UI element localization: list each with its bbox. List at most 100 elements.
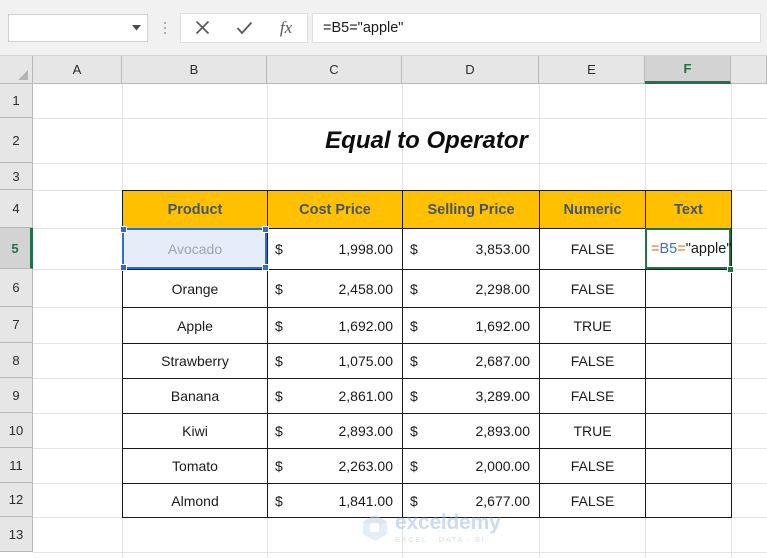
formula-token-reference: B5	[659, 240, 678, 257]
cell-numeric[interactable]: FALSE	[539, 343, 646, 379]
column-header-c[interactable]: C	[267, 56, 402, 84]
row-header-label: 12	[8, 492, 24, 507]
table-row: Strawberry $1,075.00 $2,687.00 FALSE	[122, 343, 732, 379]
cell-text[interactable]	[645, 269, 732, 308]
watermark-name: exceldemy	[395, 511, 501, 534]
row-header-12[interactable]: 12	[0, 483, 33, 517]
column-header-b[interactable]: B	[122, 56, 267, 84]
cell-product[interactable]: Almond	[122, 483, 268, 518]
fx-icon[interactable]: fx	[265, 14, 307, 42]
cell-text[interactable]	[645, 448, 732, 484]
row-header-8[interactable]: 8	[0, 343, 33, 378]
cell-value-selling-price: 2,893.00	[475, 423, 531, 439]
column-header-d[interactable]: D	[402, 56, 539, 84]
cell-product[interactable]: Avocado	[122, 228, 268, 270]
cell-text[interactable]	[645, 343, 732, 379]
row-header-10[interactable]: 10	[0, 413, 33, 448]
table-header-label: Product	[167, 201, 223, 218]
cell-numeric[interactable]: TRUE	[539, 413, 646, 449]
cell-cost-price[interactable]: $1,075.00	[267, 343, 403, 379]
currency-symbol: $	[410, 317, 418, 334]
cell-selling-price[interactable]: $2,893.00	[402, 413, 540, 449]
cell-selling-price[interactable]: $2,000.00	[402, 448, 540, 484]
cell-selling-price[interactable]: $3,289.00	[402, 378, 540, 414]
cell-product[interactable]: Kiwi	[122, 413, 268, 449]
row-header-label: 9	[12, 387, 20, 403]
cell-cost-price[interactable]: $2,263.00	[267, 448, 403, 484]
cell-cost-price[interactable]: $2,861.00	[267, 378, 403, 414]
cell-numeric[interactable]: FALSE	[539, 269, 646, 308]
cell-numeric[interactable]: TRUE	[539, 307, 646, 344]
formula-bar-buttons: fx	[180, 12, 308, 43]
cell-selling-price[interactable]: $3,853.00	[402, 228, 540, 270]
column-header-label: A	[72, 62, 82, 77]
cell-cost-price[interactable]: $1,692.00	[267, 307, 403, 344]
row-header-3[interactable]: 3	[0, 163, 33, 190]
column-header-g[interactable]	[731, 56, 767, 84]
fill-handle[interactable]	[727, 266, 734, 273]
cell-value-selling-price: 2,677.00	[475, 492, 531, 509]
cell-grid[interactable]: Equal to Operator Product Cost Price Selli…	[33, 84, 767, 558]
formula-input[interactable]: =B5="apple"	[312, 12, 761, 43]
cell-product[interactable]: Strawberry	[122, 343, 268, 379]
row-header-11[interactable]: 11	[0, 448, 33, 483]
row-header-5[interactable]: 5	[0, 228, 33, 269]
cell-cost-price[interactable]: $1,998.00	[267, 228, 403, 270]
currency-symbol: $	[410, 492, 418, 509]
cell-product[interactable]: Apple	[122, 307, 268, 344]
cell-value-selling-price: 2,298.00	[475, 280, 531, 297]
cell-selling-price[interactable]: $1,692.00	[402, 307, 540, 344]
column-header-label: E	[587, 62, 596, 77]
cell-selling-price[interactable]: $2,687.00	[402, 343, 540, 379]
cell-text[interactable]	[645, 378, 732, 414]
column-header-f[interactable]: F	[645, 56, 731, 84]
row-header-9[interactable]: 9	[0, 378, 33, 413]
cell-value-cost-price: 1,841.00	[338, 492, 394, 509]
cell-text[interactable]	[645, 413, 732, 449]
cell-numeric[interactable]: FALSE	[539, 228, 646, 270]
row-header-13[interactable]: 13	[0, 517, 33, 552]
row-header-1[interactable]: 1	[0, 84, 33, 118]
row-header-label: 2	[12, 132, 20, 148]
currency-symbol: $	[410, 458, 418, 474]
row-header-label: 1	[12, 93, 20, 108]
row-header-2[interactable]: 2	[0, 118, 33, 163]
cell-value-cost-price: 1,692.00	[338, 317, 394, 334]
cell-value-cost-price: 2,893.00	[338, 423, 394, 439]
cancel-x-icon[interactable]	[181, 14, 223, 42]
cell-product[interactable]: Orange	[122, 269, 268, 308]
cell-value-selling-price: 2,000.00	[475, 458, 531, 474]
table-header-cell[interactable]: Numeric	[539, 190, 646, 229]
watermark-tagline: EXCEL · DATA · BI	[395, 535, 486, 544]
chevron-down-icon[interactable]	[125, 15, 147, 41]
cell-product[interactable]: Tomato	[122, 448, 268, 484]
select-all-button[interactable]	[0, 56, 33, 84]
table-header-cell[interactable]: Product	[122, 190, 268, 229]
table-header-cell[interactable]: Text	[645, 190, 732, 229]
column-header-e[interactable]: E	[539, 56, 645, 84]
cell-text[interactable]	[645, 483, 732, 518]
column-header-a[interactable]: A	[33, 56, 122, 84]
cell-value-product: Orange	[171, 280, 219, 297]
currency-symbol: $	[410, 423, 418, 439]
table-header-label: Cost Price	[299, 201, 371, 218]
active-cell-f5[interactable]: = B5 = "apple"	[645, 228, 731, 269]
cell-cost-price[interactable]: $2,458.00	[267, 269, 403, 308]
cell-text[interactable]	[645, 307, 732, 344]
row-header-7[interactable]: 7	[0, 307, 33, 343]
cell-value-product: Tomato	[172, 458, 218, 474]
confirm-check-icon[interactable]	[223, 14, 265, 42]
name-box[interactable]	[8, 13, 148, 42]
row-header-4[interactable]: 4	[0, 190, 33, 228]
cell-numeric[interactable]: FALSE	[539, 378, 646, 414]
cell-product[interactable]: Banana	[122, 378, 268, 414]
table-row: Tomato $2,263.00 $2,000.00 FALSE	[122, 448, 732, 484]
row-header-6[interactable]: 6	[0, 269, 33, 307]
cell-numeric[interactable]: FALSE	[539, 483, 646, 518]
table-header-cell[interactable]: Cost Price	[267, 190, 403, 229]
cell-cost-price[interactable]: $2,893.00	[267, 413, 403, 449]
cell-numeric[interactable]: FALSE	[539, 448, 646, 484]
cell-selling-price[interactable]: $2,298.00	[402, 269, 540, 308]
table-header-cell[interactable]: Selling Price	[402, 190, 540, 229]
cell-value-numeric: FALSE	[570, 353, 615, 369]
